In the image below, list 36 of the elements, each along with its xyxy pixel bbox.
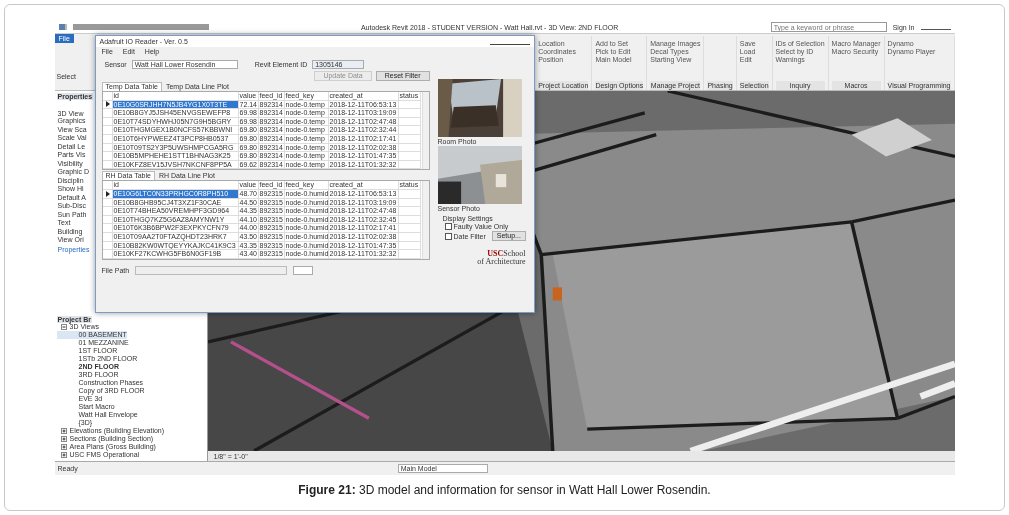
table-cell [398,224,421,233]
table-cell [398,100,421,110]
table-cell [398,232,421,242]
minus-box-icon[interactable] [60,324,67,330]
scrollbar[interactable] [421,181,429,259]
table-cell [398,126,421,135]
table-cell [398,143,421,153]
table-corner-cell [102,92,113,101]
table-cell [398,160,421,170]
row-header[interactable] [102,100,113,110]
row-header[interactable] [102,189,113,199]
sensor-marker[interactable] [552,287,562,301]
view-cube-icon[interactable] [851,118,932,157]
plus-box-icon[interactable] [60,428,67,434]
row-pointer-icon [105,101,110,108]
table-cell [398,198,421,208]
logo-text: USCSchool [487,250,526,258]
row-pointer-icon [105,190,110,197]
logo-text: of Architecture [477,258,526,266]
plus-box-icon[interactable] [60,436,67,442]
table-cell [398,207,421,216]
figure-caption: Figure 21: 3D model and information for sensor in Watt Hall Lower Rosendin. [298,483,711,497]
table-cell [398,152,421,161]
table-cell [398,241,421,251]
file-path-field[interactable] [135,265,288,275]
browse-button[interactable] [293,265,314,275]
table-cell [398,250,421,259]
table-corner-cell [102,181,113,190]
table-cell [398,215,421,225]
table-cell [398,109,421,118]
plus-box-icon[interactable] [60,444,67,450]
table-cell [398,117,421,127]
table-cell [398,134,421,144]
plus-box-icon[interactable] [60,452,67,458]
table-cell [398,189,421,199]
scrollbar[interactable] [421,92,429,170]
